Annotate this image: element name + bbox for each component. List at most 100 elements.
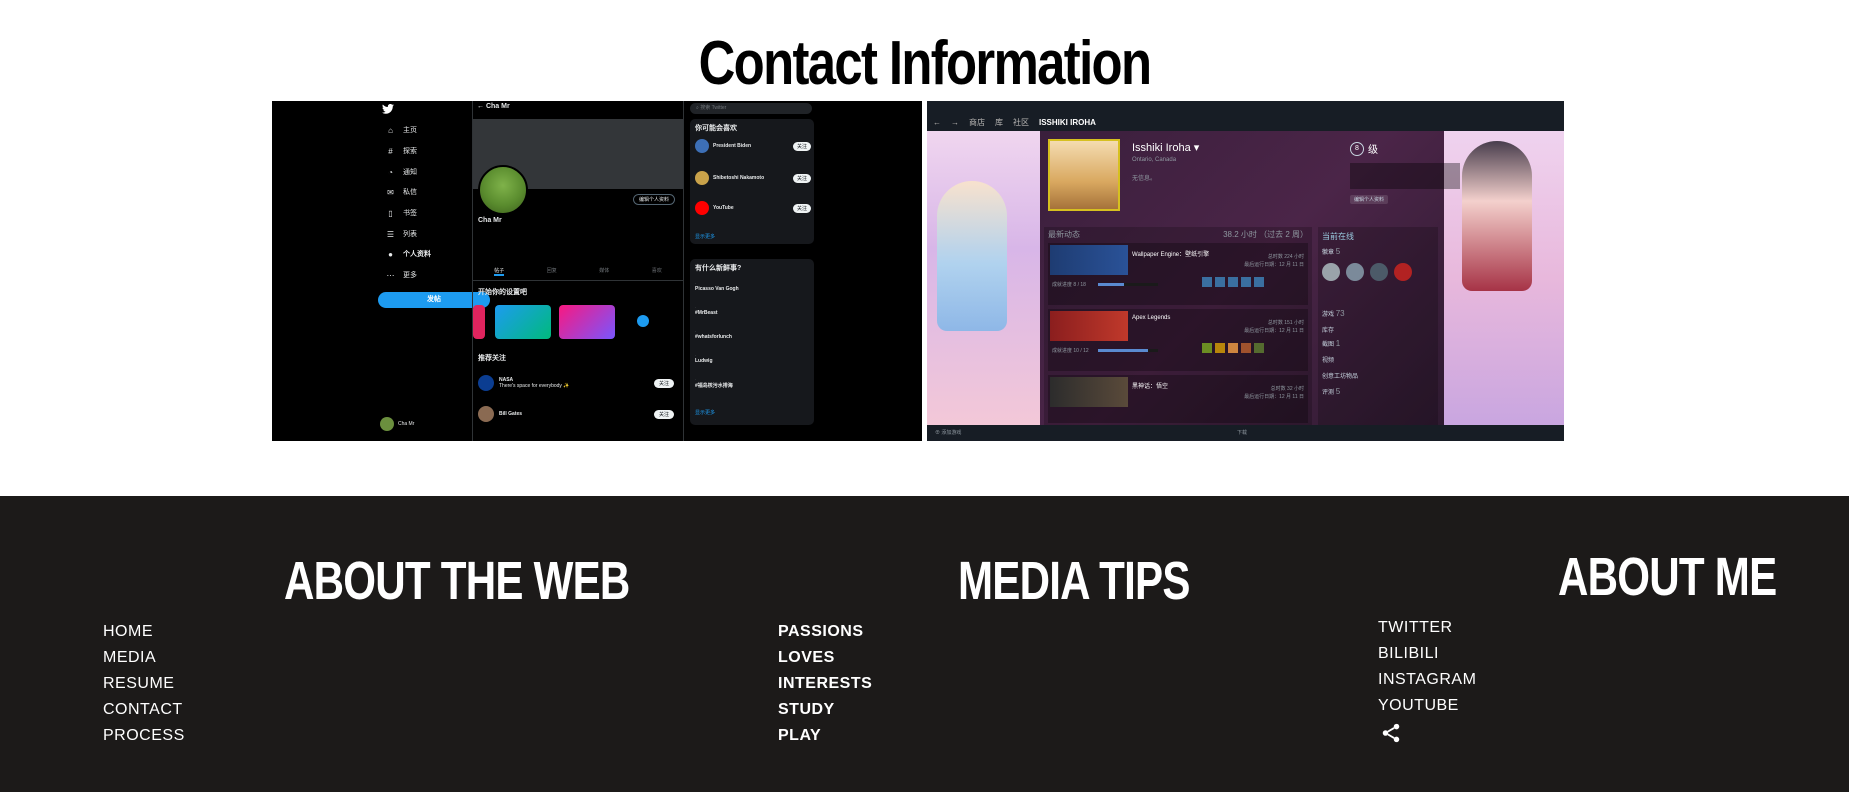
edit-profile-button[interactable]: 编辑个人资料 [633,194,676,205]
mail-icon: ✉ [387,187,394,197]
avatar [695,201,709,215]
steam-username[interactable]: Isshiki Iroha ▾ [1132,141,1199,154]
next-arrow-icon[interactable] [637,315,649,327]
tab-posts[interactable]: 帖子 [494,267,505,276]
follow-button[interactable]: 关注 [792,203,811,213]
footer-link-resume[interactable]: RESUME [103,675,174,692]
add-game-button[interactable]: ⊕ 添加游戏 [935,429,961,436]
avatar [478,406,494,422]
trend-item[interactable]: · Ludwig [695,353,713,364]
footer-link-interests[interactable]: INTERESTS [778,675,872,692]
home-icon: ⌂ [388,125,393,135]
setup-card-notifications[interactable] [559,305,615,339]
bell-icon: ◔ [388,167,393,177]
footer-link-passions[interactable]: PASSIONS [778,623,864,640]
twitter-profile-screenshot: ⌂ 主页 # 探索 ◔ 通知 ✉ 私信 ▯ 书签 ☰ 列表 ● 个人资料 ⋯ 更多 发帖 Cha… [272,101,922,441]
achievement-icons [1202,277,1264,287]
footer-link-process[interactable]: PROCESS [103,727,185,744]
stat-videos[interactable]: 视频 [1322,355,1334,364]
follow-button[interactable]: 关注 [792,141,811,151]
footer-link-contact[interactable]: CONTACT [103,701,183,718]
footer-link-loves[interactable]: LOVES [778,649,835,666]
twitter-nav-home[interactable]: ⌂ 主页 [386,125,417,135]
twitter-bird-icon [382,103,394,117]
follow-button[interactable]: 关注 [792,173,811,183]
footer-link-youtube[interactable]: YOUTUBE [1378,697,1459,714]
about-the-web-links: HOME MEDIA RESUME CONTACT PROCESS [103,619,185,749]
whats-happening-box: 有什么新鲜事? · Picasso Van Gogh · #MrBeast · #wh… [690,259,814,425]
avatar [380,417,394,431]
footer-link-media[interactable]: MEDIA [103,649,156,666]
stat-inventory[interactable]: 库存 [1322,325,1334,334]
media-tips-heading: MEDIA TIPS [958,551,1190,611]
setup-card-avatar[interactable] [495,305,551,339]
steam-nav-library[interactable]: 库 [995,117,1003,128]
game-row[interactable]: Apex Legends 总时数 151 小时 最后运行日期：12 月 11 日 … [1048,309,1308,371]
media-tips-links: PASSIONS LOVES INTERESTS STUDY PLAY [778,619,872,749]
game-capsule [1050,311,1128,341]
share-icon[interactable] [1380,722,1402,744]
site-footer: ABOUT THE WEB HOME MEDIA RESUME CONTACT … [0,496,1849,792]
background-character [1462,141,1532,291]
page-title: Contact Information [698,29,1152,98]
tab-replies[interactable]: 回复 [547,267,557,276]
setup-card[interactable] [473,305,485,339]
twitter-nav-profile[interactable]: ● 个人资料 [386,249,431,259]
show-more-link[interactable]: 显示更多 [695,233,715,240]
trend-item[interactable]: · #福岛核污水排海 [695,377,733,389]
whats-happening-title: 有什么新鲜事? [695,265,742,272]
footer-link-study[interactable]: STUDY [778,701,835,718]
footer-link-play[interactable]: PLAY [778,727,821,744]
edit-profile-button[interactable]: 编辑个人资料 [1350,195,1389,204]
game-row[interactable]: Wallpaper Engine：壁纸引擎 总时数 224 小时 最后运行日期：1… [1048,243,1308,305]
follow-button[interactable]: 关注 [653,409,674,419]
tab-likes[interactable]: 喜欢 [652,267,662,276]
steam-avatar [1048,139,1120,211]
twitter-account-switcher[interactable]: Cha Mr [380,417,414,431]
twitter-nav-notifications[interactable]: ◔ 通知 [386,167,417,177]
stat-screenshots[interactable]: 截图 1 [1322,339,1340,348]
steam-nav-store[interactable]: 商店 [969,117,985,128]
twitter-nav-lists[interactable]: ☰ 列表 [386,229,417,239]
profile-avatar [478,165,528,215]
suggestion-row: Shibetoshi Nakamoto 关注 [695,171,811,185]
twitter-search-input[interactable]: ⌕ 搜索 Twitter [690,103,812,114]
stat-workshop[interactable]: 创意工坊物品 [1322,371,1358,380]
stat-reviews[interactable]: 评测 5 [1322,387,1340,396]
stat-badges[interactable]: 徽章 5 [1322,247,1340,256]
game-row[interactable]: 黑神话：悟空 总时数 32 小时 最后运行日期：12 月 11 日 [1048,375,1308,423]
twitter-nav-bookmarks[interactable]: ▯ 书签 [386,208,417,218]
setup-section-title: 开始你的设置吧 [478,289,527,296]
background-character [937,181,1007,331]
recent-activity-hours: 38.2 小时 （过去 2 周） [1223,230,1308,239]
twitter-nav-explore[interactable]: # 探索 [386,146,417,156]
game-capsule [1050,377,1128,407]
footer-link-twitter[interactable]: TWITTER [1378,619,1453,636]
online-status: 当前在线 [1322,232,1354,241]
back-arrow-icon[interactable]: ← [933,118,941,127]
setup-cards [473,305,683,345]
follow-button[interactable]: 关注 [653,378,674,388]
steam-summary: 无信息。 [1132,176,1157,182]
stat-games[interactable]: 游戏 73 [1322,309,1345,318]
steam-profile-panel: Isshiki Iroha ▾ Ontario, Canada 无信息。 8 级… [1040,131,1460,425]
suggestion-row: President Biden 关注 [695,139,811,153]
trend-item[interactable]: · Picasso Van Gogh [695,281,739,292]
profile-tabs: 帖子 回复 媒体 喜欢 [473,267,683,281]
trend-item[interactable]: · #MrBeast [695,305,718,316]
twitter-nav-messages[interactable]: ✉ 私信 [386,187,417,197]
show-more-link[interactable]: 显示更多 [695,409,715,416]
forward-arrow-icon[interactable]: → [951,118,959,127]
steam-nav-community[interactable]: 社区 [1013,117,1029,128]
twitter-nav-more[interactable]: ⋯ 更多 [386,270,418,280]
footer-link-home[interactable]: HOME [103,623,153,640]
avatar [695,171,709,185]
trend-item[interactable]: · #whatsforlunch [695,329,732,340]
steam-nav-current[interactable]: ISSHIKI IROHA [1039,118,1096,127]
steam-profile-screenshot: ← → 商店 库 社区 ISSHIKI IROHA Isshiki Iroha … [927,101,1564,441]
tab-media[interactable]: 媒体 [599,267,609,276]
footer-link-bilibili[interactable]: BILIBILI [1378,645,1439,662]
downloads-button[interactable]: 下载 [1237,429,1247,436]
footer-link-instagram[interactable]: INSTAGRAM [1378,671,1476,688]
bookmark-icon: ▯ [388,208,393,218]
